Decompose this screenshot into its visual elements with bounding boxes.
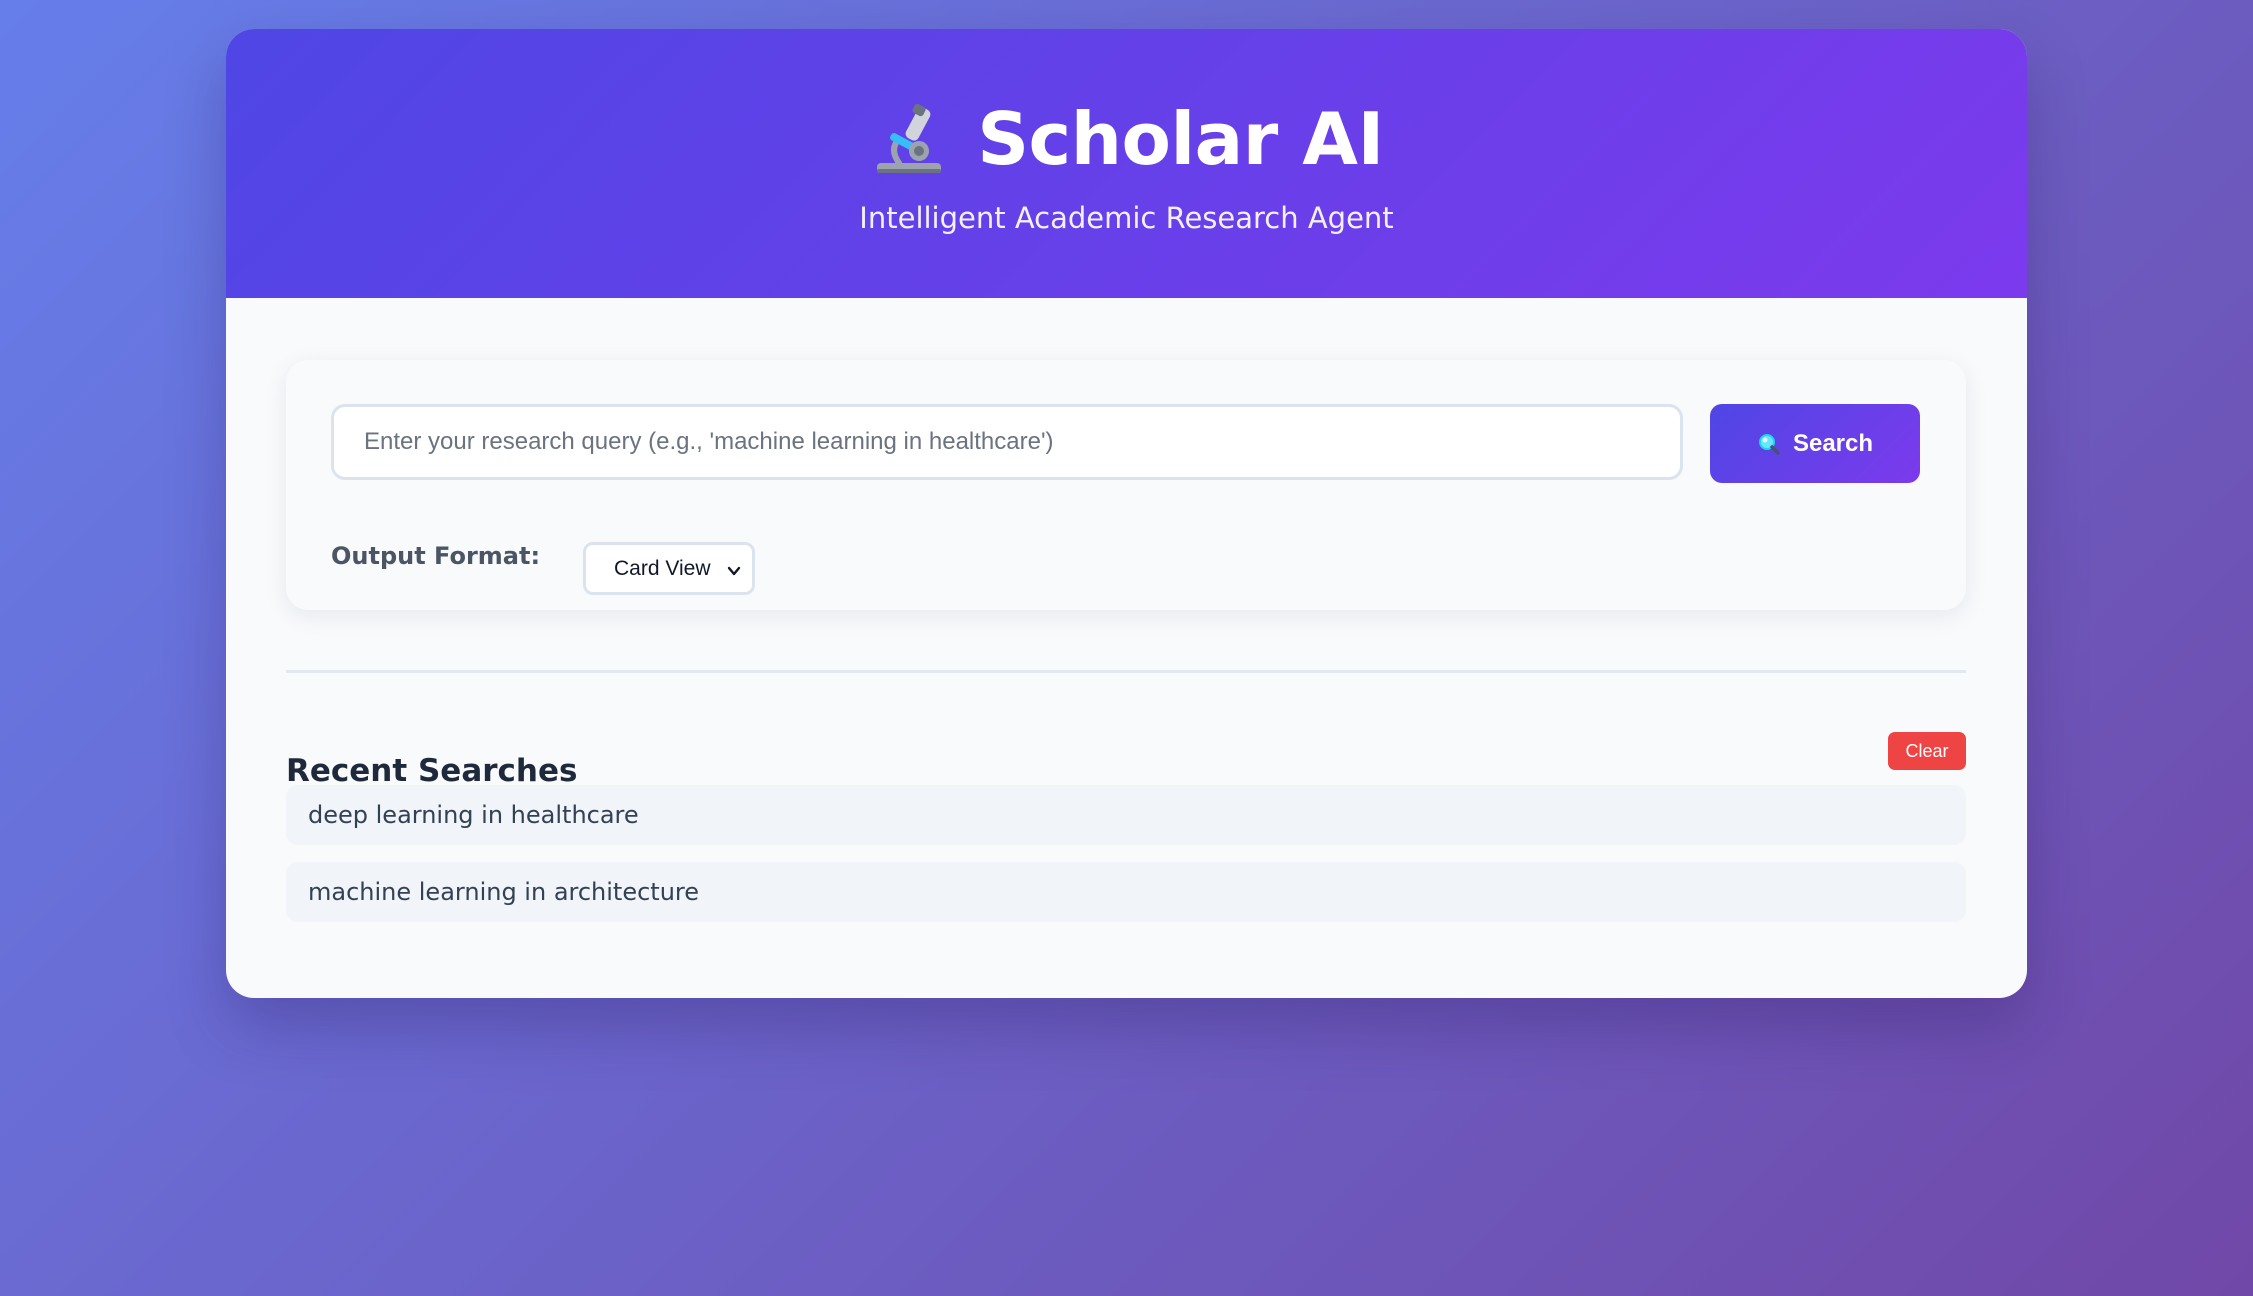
microscope-icon (869, 99, 949, 179)
output-format-label: Output Format: (331, 542, 541, 570)
recent-search-item[interactable]: deep learning in healthcare (286, 785, 1966, 845)
chevron-down-icon (726, 561, 742, 577)
app-title: Scholar AI (977, 97, 1384, 181)
search-input[interactable] (331, 404, 1683, 480)
recent-search-item[interactable]: machine learning in architecture (286, 862, 1966, 922)
main-card: Scholar AI Intelligent Academic Research… (226, 29, 2027, 998)
section-divider (286, 670, 1966, 673)
search-button-label: Search (1792, 429, 1874, 457)
recent-searches-title: Recent Searches (286, 753, 578, 789)
title-row: Scholar AI (226, 99, 2027, 179)
magnifier-icon (1757, 432, 1781, 456)
search-button[interactable]: Search (1710, 404, 1920, 483)
search-panel: Search Output Format: Card View (286, 360, 1966, 610)
output-format-value: Card View (614, 556, 711, 580)
app-subtitle: Intelligent Academic Research Agent (859, 201, 1394, 235)
clear-history-button[interactable]: Clear (1888, 732, 1966, 770)
output-format-select[interactable]: Card View (583, 542, 755, 595)
app-header: Scholar AI Intelligent Academic Research… (226, 29, 2027, 298)
